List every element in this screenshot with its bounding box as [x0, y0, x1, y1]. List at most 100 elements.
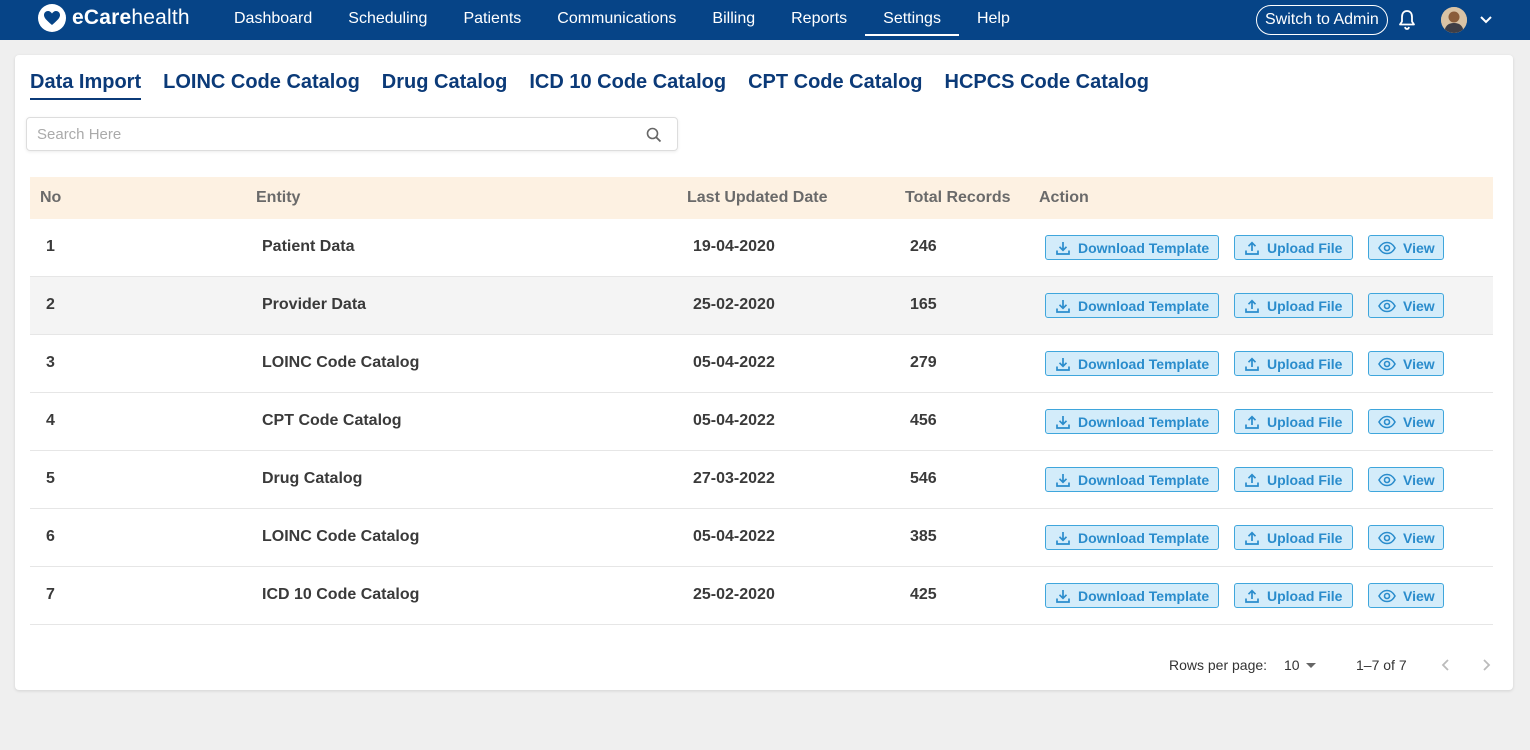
data-import-card: Data Import LOINC Code Catalog Drug Cata… [15, 55, 1513, 690]
eye-icon [1378, 531, 1403, 545]
download-template-button[interactable]: Download Template [1045, 351, 1219, 376]
cell-entity: CPT Code Catalog [262, 412, 402, 429]
table-row: 2 Provider Data 25-02-2020 165 Download Temp… [30, 277, 1493, 335]
cell-entity: LOINC Code Catalog [262, 354, 420, 371]
top-navigation-bar: eCarehealth Dashboard Scheduling Patient… [0, 0, 1530, 40]
view-label: View [1403, 587, 1435, 604]
download-template-button[interactable]: Download Template [1045, 583, 1219, 608]
download-icon [1055, 472, 1078, 488]
view-button[interactable]: View [1368, 293, 1444, 318]
download-template-button[interactable]: Download Template [1045, 525, 1219, 550]
view-label: View [1403, 413, 1435, 430]
download-template-label: Download Template [1078, 471, 1210, 488]
upload-file-label: Upload File [1267, 587, 1343, 604]
view-label: View [1403, 239, 1435, 256]
download-template-button[interactable]: Download Template [1045, 467, 1219, 492]
view-label: View [1403, 297, 1435, 314]
cell-entity: Provider Data [262, 296, 367, 313]
download-template-label: Download Template [1078, 587, 1210, 604]
chevron-left-icon[interactable] [1439, 656, 1453, 674]
cell-no: 1 [46, 238, 55, 255]
chevron-right-icon[interactable] [1479, 656, 1493, 674]
upload-icon [1244, 414, 1267, 430]
main-nav: Dashboard Scheduling Patients Communicat… [216, 0, 1028, 40]
eye-icon [1378, 415, 1403, 429]
view-button[interactable]: View [1368, 467, 1444, 492]
cell-entity: ICD 10 Code Catalog [262, 586, 420, 603]
app-logo[interactable]: eCarehealth [38, 3, 190, 33]
tab-data-import[interactable]: Data Import [30, 71, 142, 100]
nav-billing[interactable]: Billing [694, 0, 773, 40]
view-button[interactable]: View [1368, 409, 1444, 434]
header-last-updated-date: Last Updated Date [687, 189, 828, 206]
nav-scheduling[interactable]: Scheduling [330, 0, 445, 40]
view-button[interactable]: View [1368, 351, 1444, 376]
cell-total-records: 425 [910, 586, 937, 603]
nav-help[interactable]: Help [959, 0, 1028, 40]
download-icon [1055, 356, 1078, 372]
upload-file-button[interactable]: Upload File [1234, 525, 1353, 550]
download-template-label: Download Template [1078, 529, 1210, 546]
app-name: eCarehealth [72, 6, 190, 30]
view-label: View [1403, 529, 1435, 546]
upload-file-label: Upload File [1267, 297, 1343, 314]
table-row: 7 ICD 10 Code Catalog 25-02-2020 425 Downloa… [30, 567, 1493, 625]
upload-file-button[interactable]: Upload File [1234, 293, 1353, 318]
download-template-button[interactable]: Download Template [1045, 293, 1219, 318]
table-header: No Entity Last Updated Date Total Record… [30, 177, 1493, 219]
nav-communications[interactable]: Communications [539, 0, 694, 40]
view-label: View [1403, 471, 1435, 488]
upload-file-button[interactable]: Upload File [1234, 467, 1353, 492]
cell-no: 4 [46, 412, 55, 429]
upload-file-label: Upload File [1267, 471, 1343, 488]
search-icon[interactable] [645, 126, 663, 144]
nav-dashboard[interactable]: Dashboard [216, 0, 330, 40]
tab-loinc-code-catalog[interactable]: LOINC Code Catalog [163, 71, 360, 100]
upload-icon [1244, 298, 1267, 314]
upload-file-button[interactable]: Upload File [1234, 235, 1353, 260]
cell-total-records: 279 [910, 354, 937, 371]
nav-patients[interactable]: Patients [445, 0, 539, 40]
heart-logo-icon [38, 4, 66, 32]
avatar[interactable] [1441, 7, 1467, 33]
download-template-label: Download Template [1078, 297, 1210, 314]
table-row: 4 CPT Code Catalog 05-04-2022 456 Download T… [30, 393, 1493, 451]
view-button[interactable]: View [1368, 525, 1444, 550]
download-template-button[interactable]: Download Template [1045, 235, 1219, 260]
eye-icon [1378, 589, 1403, 603]
search-box [26, 117, 678, 151]
upload-file-button[interactable]: Upload File [1234, 351, 1353, 376]
eye-icon [1378, 357, 1403, 371]
chevron-down-icon[interactable] [1478, 13, 1494, 27]
header-action: Action [1039, 189, 1089, 206]
view-button[interactable]: View [1368, 235, 1444, 260]
tab-icd10-code-catalog[interactable]: ICD 10 Code Catalog [529, 71, 726, 100]
download-template-label: Download Template [1078, 413, 1210, 430]
tab-cpt-code-catalog[interactable]: CPT Code Catalog [748, 71, 922, 100]
catalog-tabs: Data Import LOINC Code Catalog Drug Cata… [30, 71, 1171, 100]
view-button[interactable]: View [1368, 583, 1444, 608]
tab-drug-catalog[interactable]: Drug Catalog [382, 71, 508, 100]
download-icon [1055, 414, 1078, 430]
search-input[interactable] [27, 118, 627, 150]
view-label: View [1403, 355, 1435, 372]
cell-last-updated-date: 25-02-2020 [693, 296, 775, 313]
upload-file-label: Upload File [1267, 413, 1343, 430]
download-icon [1055, 298, 1078, 314]
page-range: 1–7 of 7 [1356, 657, 1407, 673]
rows-per-page-select[interactable]: 10 [1284, 657, 1300, 673]
switch-to-admin-button[interactable]: Switch to Admin [1256, 5, 1388, 35]
upload-file-button[interactable]: Upload File [1234, 583, 1353, 608]
download-template-button[interactable]: Download Template [1045, 409, 1219, 434]
nav-settings[interactable]: Settings [865, 0, 959, 40]
cell-no: 3 [46, 354, 55, 371]
upload-file-button[interactable]: Upload File [1234, 409, 1353, 434]
tab-hcpcs-code-catalog[interactable]: HCPCS Code Catalog [945, 71, 1149, 100]
caret-down-icon[interactable] [1306, 663, 1316, 668]
upload-icon [1244, 588, 1267, 604]
bell-icon[interactable] [1397, 9, 1417, 31]
table-body: 1 Patient Data 19-04-2020 246 Download Templ… [30, 219, 1493, 625]
download-icon [1055, 240, 1078, 256]
nav-reports[interactable]: Reports [773, 0, 865, 40]
header-total-records: Total Records [905, 189, 1011, 206]
